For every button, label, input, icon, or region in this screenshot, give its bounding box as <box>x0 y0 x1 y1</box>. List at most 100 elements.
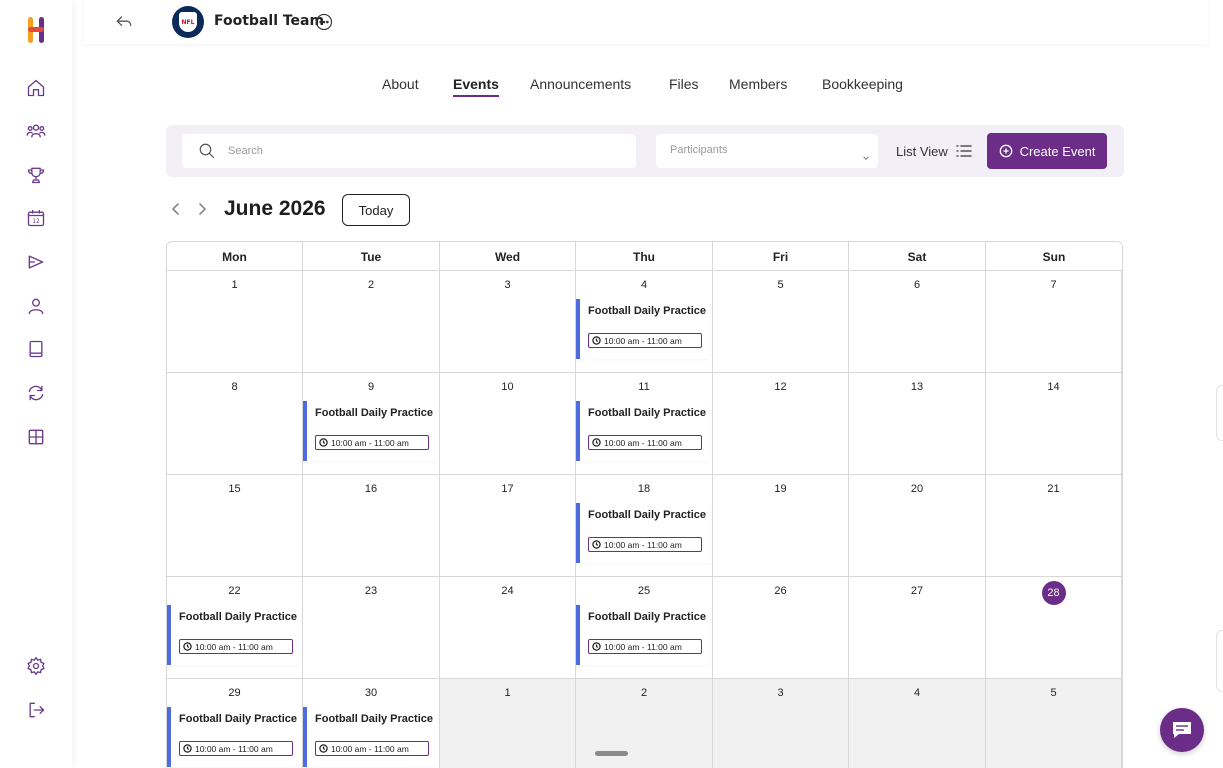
side-panel-handle-lower[interactable] <box>1216 630 1223 692</box>
chat-button[interactable] <box>1160 708 1204 752</box>
search-icon <box>198 142 216 160</box>
more-options-icon[interactable] <box>315 13 333 31</box>
logout-icon[interactable] <box>24 698 48 722</box>
create-event-button[interactable]: Create Event <box>987 133 1107 169</box>
event-title: Football Daily Practice <box>179 611 297 623</box>
calendar-day-cell[interactable]: 25 Football Daily Practice 10:00 am - 11:0… <box>576 577 713 679</box>
calendar-day-cell[interactable]: 10 <box>440 373 576 475</box>
event-card[interactable]: Football Daily Practice 10:00 am - 11:00 … <box>576 605 710 665</box>
event-card[interactable]: Football Daily Practice 10:00 am - 11:00 … <box>576 503 710 563</box>
calendar-day-cell[interactable]: 20 <box>849 475 986 577</box>
weekday-thu: Thu <box>576 242 713 271</box>
month-title: June 2026 <box>224 197 326 220</box>
day-number: 23 <box>364 585 378 597</box>
calendar-day-cell[interactable]: 22 Football Daily Practice 10:00 am - 11:0… <box>167 577 303 679</box>
calendar-day-cell[interactable]: 13 <box>849 373 986 475</box>
calendar-day-cell[interactable]: 28 <box>986 577 1122 679</box>
day-number: 25 <box>637 585 651 597</box>
calendar-day-cell[interactable]: 2 <box>303 271 440 373</box>
calendar-day-cell[interactable]: 12 <box>713 373 849 475</box>
day-number: 7 <box>1050 279 1057 291</box>
calendar-day-cell[interactable]: 19 <box>713 475 849 577</box>
participants-placeholder: Participants <box>670 144 728 156</box>
calendar-day-cell[interactable]: 11 Football Daily Practice 10:00 am - 11:0… <box>576 373 713 475</box>
event-card[interactable]: Football Daily Practice 10:00 am - 11:00 … <box>576 299 710 359</box>
scroll-handle[interactable] <box>595 751 628 756</box>
tab-bookkeeping[interactable]: Bookkeeping <box>822 76 903 92</box>
calendar-day-cell[interactable]: 4 Football Daily Practice 10:00 am - 11:00… <box>576 271 713 373</box>
list-view-button[interactable]: List View <box>896 142 972 160</box>
next-month-button[interactable] <box>194 201 210 217</box>
groups-icon[interactable] <box>24 119 48 143</box>
clock-icon <box>592 438 601 447</box>
tab-events[interactable]: Events <box>453 76 499 97</box>
sync-icon[interactable] <box>24 381 48 405</box>
calendar-day-cell[interactable]: 27 <box>849 577 986 679</box>
list-icon <box>956 145 972 157</box>
back-icon[interactable] <box>114 12 134 32</box>
calendar-day-cell[interactable]: 4 <box>849 679 986 768</box>
calendar-day-cell[interactable]: 17 <box>440 475 576 577</box>
chevron-left-icon <box>172 203 179 215</box>
day-number: 27 <box>910 585 924 597</box>
prev-month-button[interactable] <box>168 201 184 217</box>
tab-files[interactable]: Files <box>669 76 699 92</box>
calendar-day-cell[interactable]: 26 <box>713 577 849 679</box>
day-number: 16 <box>364 483 378 495</box>
calendar-day-cell[interactable]: 9 Football Daily Practice 10:00 am - 11:00… <box>303 373 440 475</box>
calendar-day-cell[interactable]: 5 <box>986 679 1122 768</box>
calendar-day-cell[interactable]: 29 Football Daily Practice 10:00 am - 11:0… <box>167 679 303 768</box>
calendar-day-cell[interactable]: 6 <box>849 271 986 373</box>
day-number: 22 <box>228 585 241 597</box>
tab-members[interactable]: Members <box>729 76 787 92</box>
tab-about[interactable]: About <box>382 76 419 92</box>
calendar-day-cell[interactable]: 16 <box>303 475 440 577</box>
clock-icon <box>592 642 601 651</box>
calendar-day-cell[interactable]: 14 <box>986 373 1122 475</box>
megaphone-icon[interactable] <box>24 250 48 274</box>
day-number: 6 <box>913 279 921 291</box>
calendar-day-cell[interactable]: 5 <box>713 271 849 373</box>
user-icon[interactable] <box>24 294 48 318</box>
calendar-day-cell[interactable]: 21 <box>986 475 1122 577</box>
grid-icon[interactable] <box>24 425 48 449</box>
calendar-icon[interactable]: 12 <box>24 206 48 230</box>
calendar-day-cell[interactable]: 18 Football Daily Practice 10:00 am - 11:0… <box>576 475 713 577</box>
calendar-day-cell[interactable]: 3 <box>440 271 576 373</box>
event-title: Football Daily Practice <box>588 611 706 623</box>
calendar-day-cell[interactable]: 30 Football Daily Practice 10:00 am - 11:0… <box>303 679 440 768</box>
event-card[interactable]: Football Daily Practice 10:00 am - 11:00 … <box>167 605 301 665</box>
tab-announcements[interactable]: Announcements <box>530 76 631 92</box>
trophy-icon[interactable] <box>24 163 48 187</box>
weekday-fri: Fri <box>713 242 849 271</box>
calendar-day-cell[interactable]: 23 <box>303 577 440 679</box>
calendar-day-cell[interactable]: 24 <box>440 577 576 679</box>
calendar-day-cell[interactable]: 8 <box>167 373 303 475</box>
chat-icon <box>1173 722 1191 738</box>
calendar-day-cell[interactable]: 1 <box>167 271 303 373</box>
day-number: 21 <box>1047 483 1060 495</box>
team-name: Football Team <box>214 13 325 29</box>
event-time-text: 10:00 am - 11:00 am <box>604 335 682 346</box>
calendar-day-cell[interactable]: 7 <box>986 271 1122 373</box>
event-time-text: 10:00 am - 11:00 am <box>604 539 682 550</box>
day-number: 12 <box>774 381 787 393</box>
side-panel-handle[interactable] <box>1216 385 1223 441</box>
day-number: 14 <box>1047 381 1060 393</box>
event-card[interactable]: Football Daily Practice 10:00 am - 11:00 … <box>576 401 710 461</box>
participants-select[interactable]: Participants <box>656 134 878 168</box>
search-input[interactable] <box>228 142 608 160</box>
calendar-day-cell[interactable]: 15 <box>167 475 303 577</box>
calendar-day-cell[interactable]: 1 <box>440 679 576 768</box>
calendar-day-cell[interactable]: 3 <box>713 679 849 768</box>
event-card[interactable]: Football Daily Practice 10:00 am - 11:00 … <box>167 707 301 767</box>
settings-icon[interactable] <box>24 654 48 678</box>
event-card[interactable]: Football Daily Practice 10:00 am - 11:00 … <box>303 401 437 461</box>
app-logo[interactable] <box>24 14 48 46</box>
today-button[interactable]: Today <box>342 194 410 226</box>
home-icon[interactable] <box>24 76 48 100</box>
search-box[interactable] <box>182 134 636 168</box>
event-card[interactable]: Football Daily Practice 10:00 am - 11:00 … <box>303 707 437 767</box>
book-icon[interactable] <box>24 337 48 361</box>
day-number: 30 <box>364 687 378 699</box>
